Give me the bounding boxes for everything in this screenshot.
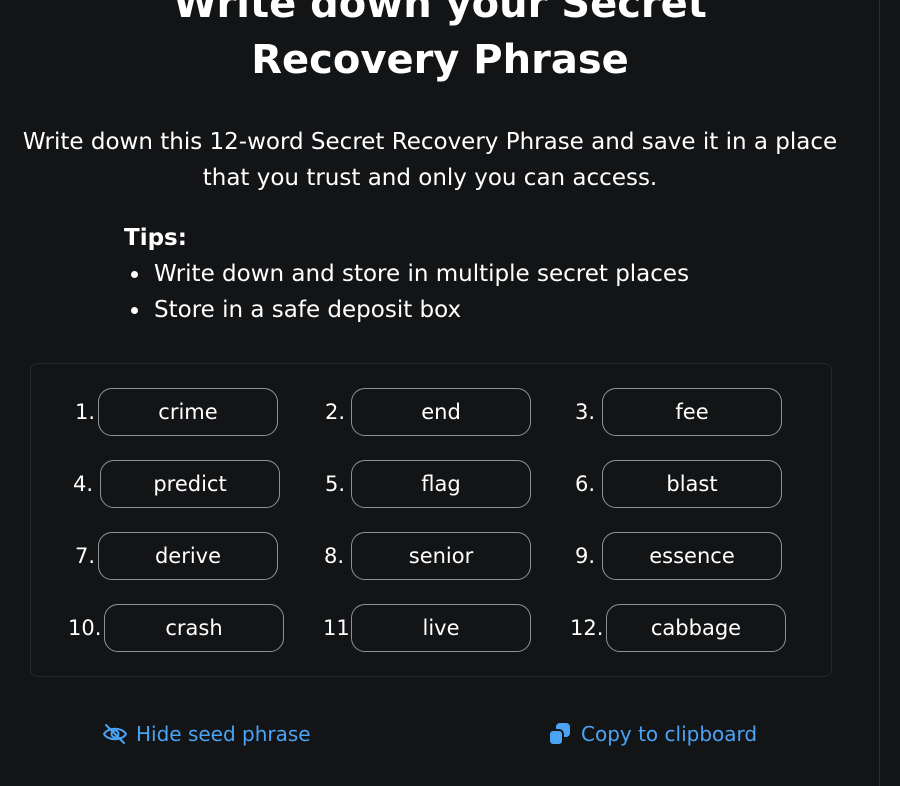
seed-word-11: 11. live xyxy=(323,604,575,652)
seed-word-chip: end xyxy=(351,388,531,436)
tip-text: Store in a safe deposit box xyxy=(154,297,462,323)
copy-icon xyxy=(547,721,573,747)
seed-word-10: 10. crash xyxy=(68,604,323,652)
page-title-line2: Recovery Phrase xyxy=(251,37,629,83)
bullet-icon xyxy=(131,271,138,278)
eye-slash-icon xyxy=(102,723,128,745)
seed-word-2: 2. end xyxy=(325,388,575,436)
seed-word-index: 9. xyxy=(575,544,596,568)
scrollbar-track[interactable] xyxy=(879,0,900,786)
seed-word-5: 5. flag xyxy=(325,460,575,508)
seed-word-index: 7. xyxy=(75,544,96,568)
seed-word-12: 12. cabbage xyxy=(570,604,830,652)
copy-to-clipboard-label: Copy to clipboard xyxy=(581,722,758,746)
bullet-icon xyxy=(131,307,138,314)
tips-list: Write down and store in multiple secret … xyxy=(124,256,804,328)
seed-word-1: 1. crime xyxy=(75,388,325,436)
seed-word-index: 12. xyxy=(570,616,604,640)
seed-word-chip: senior xyxy=(351,532,531,580)
page-description: Write down this 12-word Secret Recovery … xyxy=(22,129,838,191)
hide-seed-phrase-button[interactable]: Hide seed phrase xyxy=(102,718,311,750)
seed-word-chip: live xyxy=(351,604,531,652)
seed-word-chip: derive xyxy=(98,532,278,580)
seed-word-8: 8. senior xyxy=(324,532,574,580)
seed-word-index: 8. xyxy=(324,544,345,568)
seed-word-4: 4. predict xyxy=(73,460,323,508)
seed-word-7: 7. derive xyxy=(75,532,325,580)
tip-item: Store in a safe deposit box xyxy=(124,292,804,328)
copy-to-clipboard-button[interactable]: Copy to clipboard xyxy=(547,718,757,750)
seed-word-chip: predict xyxy=(100,460,280,508)
seed-word-3: 3. fee xyxy=(575,388,825,436)
tip-text: Write down and store in multiple secret … xyxy=(154,261,690,287)
seed-word-chip: blast xyxy=(602,460,782,508)
seed-word-index: 1. xyxy=(75,400,96,424)
seed-word-index: 4. xyxy=(73,472,94,496)
seed-word-chip: fee xyxy=(602,388,782,436)
seed-word-chip: crime xyxy=(98,388,278,436)
hide-seed-phrase-label: Hide seed phrase xyxy=(136,722,311,746)
seed-phrase-grid: 1. crime 2. end 3. fee 4. predict 5. fla… xyxy=(30,363,832,677)
seed-word-index: 2. xyxy=(325,400,346,424)
seed-word-index: 3. xyxy=(575,400,596,424)
page-title: Write down your Secret Recovery Phrase xyxy=(0,0,880,88)
seed-word-index: 6. xyxy=(575,472,596,496)
seed-word-index: 10. xyxy=(68,616,102,640)
seed-word-6: 6. blast xyxy=(575,460,825,508)
tip-item: Write down and store in multiple secret … xyxy=(124,256,804,292)
seed-word-index: 5. xyxy=(325,472,346,496)
tips-title: Tips: xyxy=(124,225,187,251)
seed-word-chip: crash xyxy=(104,604,284,652)
page-title-line1: Write down your Secret xyxy=(173,0,707,27)
seed-word-chip: essence xyxy=(602,532,782,580)
seed-word-chip: cabbage xyxy=(606,604,786,652)
seed-word-9: 9. essence xyxy=(575,532,825,580)
seed-word-chip: flag xyxy=(351,460,531,508)
tips-section: Tips: Write down and store in multiple s… xyxy=(124,220,804,328)
